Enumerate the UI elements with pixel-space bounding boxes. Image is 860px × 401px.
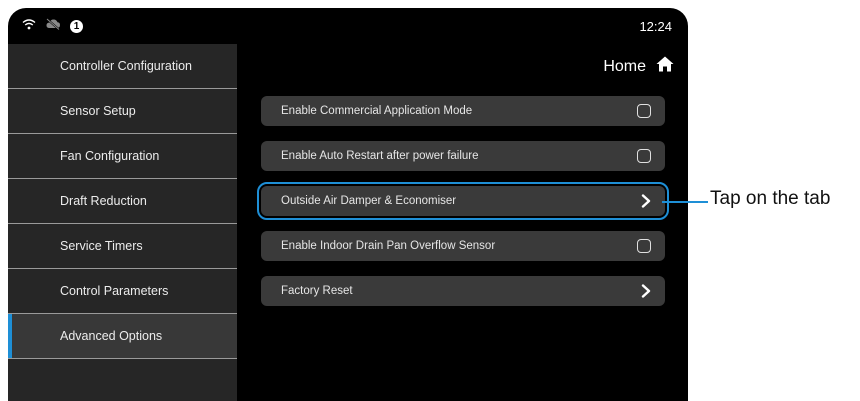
setting-row-outside-air-damper[interactable]: Outside Air Damper & Economiser — [257, 182, 669, 220]
sidebar-item-label: Controller Configuration — [60, 59, 193, 73]
sidebar-item-advanced-options[interactable]: Advanced Options — [8, 314, 237, 359]
sidebar-item-label: Fan Configuration — [60, 149, 160, 163]
setting-row-factory-reset[interactable]: Factory Reset — [261, 276, 665, 306]
sidebar-item-service-timers[interactable]: Service Timers — [8, 224, 237, 269]
status-icons: 1 — [22, 17, 83, 35]
sidebar: Controller Configuration Sensor Setup Fa… — [8, 44, 237, 401]
setting-label: Enable Commercial Application Mode — [281, 105, 473, 117]
setting-row-commercial-mode[interactable]: Enable Commercial Application Mode — [261, 96, 665, 126]
home-button[interactable]: Home — [603, 56, 674, 77]
sidebar-item-controller-configuration[interactable]: Controller Configuration — [8, 44, 237, 89]
setting-label: Factory Reset — [281, 285, 353, 297]
chevron-right-icon — [641, 194, 651, 208]
cloud-off-icon — [45, 17, 61, 35]
sidebar-item-sensor-setup[interactable]: Sensor Setup — [8, 89, 237, 134]
setting-label: Enable Indoor Drain Pan Overflow Sensor — [281, 240, 496, 252]
sidebar-item-label: Advanced Options — [60, 329, 163, 343]
sidebar-item-fan-configuration[interactable]: Fan Configuration — [8, 134, 237, 179]
home-icon — [656, 56, 674, 77]
sidebar-item-label: Service Timers — [60, 239, 143, 253]
main-panel: Home Enable Commercial Application Mode … — [237, 44, 688, 401]
settings-list: Enable Commercial Application Mode Enabl… — [257, 96, 669, 321]
sidebar-item-label: Control Parameters — [60, 284, 169, 298]
sidebar-item-control-parameters[interactable]: Control Parameters — [8, 269, 237, 314]
auto-restart-checkbox[interactable] — [637, 149, 651, 163]
callout-line — [662, 201, 708, 203]
device-screen: 1 12:24 Controller Configuration Sensor … — [8, 8, 688, 401]
setting-label: Outside Air Damper & Economiser — [281, 195, 457, 207]
sidebar-item-draft-reduction[interactable]: Draft Reduction — [8, 179, 237, 224]
setting-row-drain-pan-sensor[interactable]: Enable Indoor Drain Pan Overflow Sensor — [261, 231, 665, 261]
sidebar-item-label: Draft Reduction — [60, 194, 147, 208]
setting-label: Enable Auto Restart after power failure — [281, 150, 479, 162]
commercial-mode-checkbox[interactable] — [637, 104, 651, 118]
drain-pan-sensor-checkbox[interactable] — [637, 239, 651, 253]
notification-badge[interactable]: 1 — [70, 19, 83, 33]
setting-row-auto-restart[interactable]: Enable Auto Restart after power failure — [261, 141, 665, 171]
wifi-icon — [22, 17, 36, 35]
callout-text: Tap on the tab — [710, 188, 831, 209]
status-bar: 1 12:24 — [8, 8, 688, 44]
clock: 12:24 — [639, 18, 672, 34]
sidebar-item-label: Sensor Setup — [60, 104, 136, 118]
home-label: Home — [603, 57, 646, 75]
chevron-right-icon — [641, 284, 651, 298]
